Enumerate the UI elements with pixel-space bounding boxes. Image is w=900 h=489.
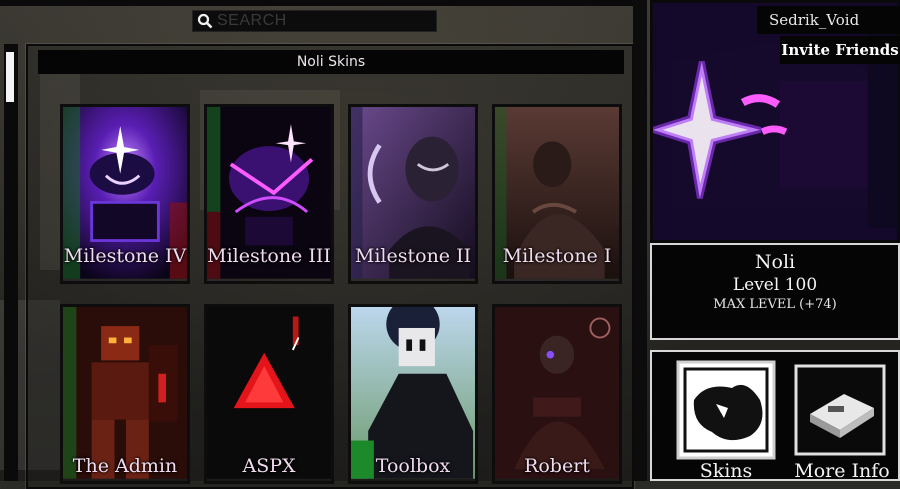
character-info: Noli Level 100 MAX LEVEL (+74)	[650, 243, 900, 340]
panel-title: Noli Skins	[38, 50, 624, 74]
skin-card-label: Milestone I	[502, 245, 612, 267]
character-max-level: MAX LEVEL (+74)	[713, 297, 837, 312]
skins-button-label: Skins	[699, 460, 753, 482]
skin-card-robert[interactable]: Robert	[492, 304, 622, 484]
skins-icon	[676, 360, 776, 460]
search-input[interactable]: SEARCH	[217, 12, 287, 30]
skin-art	[63, 307, 187, 479]
skin-card-label: Milestone IV	[63, 245, 187, 267]
more-info-button[interactable]: More Info	[794, 364, 890, 482]
skin-card-label: Toolbox	[375, 455, 451, 477]
skin-card-milestone-iv[interactable]: Milestone IV	[60, 104, 190, 284]
skin-card-milestone-ii[interactable]: Milestone II	[348, 104, 478, 284]
skins-button[interactable]: Skins	[676, 360, 776, 482]
search-bar[interactable]: SEARCH	[192, 10, 437, 32]
scrollbar-track[interactable]	[4, 44, 18, 481]
scrollbar-thumb[interactable]	[6, 52, 14, 102]
skin-card-label: ASPX	[242, 455, 296, 477]
skin-card-label: Milestone III	[207, 245, 331, 267]
skin-card-aspx[interactable]: ASPX	[204, 304, 334, 484]
character-name: Noli	[754, 251, 796, 273]
skin-card-the-admin[interactable]: The Admin	[60, 304, 190, 484]
player-username: Sedrik_Void	[757, 6, 900, 34]
skin-art	[351, 307, 475, 479]
skin-art	[207, 307, 331, 479]
character-level: Level 100	[732, 275, 818, 295]
skin-art	[495, 307, 619, 479]
skin-card-label: The Admin	[72, 455, 178, 477]
skin-card-label: Milestone II	[354, 245, 472, 267]
more-info-button-label: More Info	[794, 460, 890, 482]
skin-card-milestone-i[interactable]: Milestone I	[492, 104, 622, 284]
skin-card-milestone-iii[interactable]: Milestone III	[204, 104, 334, 284]
top-bar	[0, 0, 640, 6]
search-icon	[197, 13, 213, 29]
invite-friends-button[interactable]: Invite Friends	[780, 36, 900, 64]
panel-divider	[633, 0, 647, 481]
skin-card-label: Robert	[524, 455, 590, 477]
more-info-icon	[794, 364, 886, 456]
skin-card-toolbox[interactable]: Toolbox	[348, 304, 478, 484]
